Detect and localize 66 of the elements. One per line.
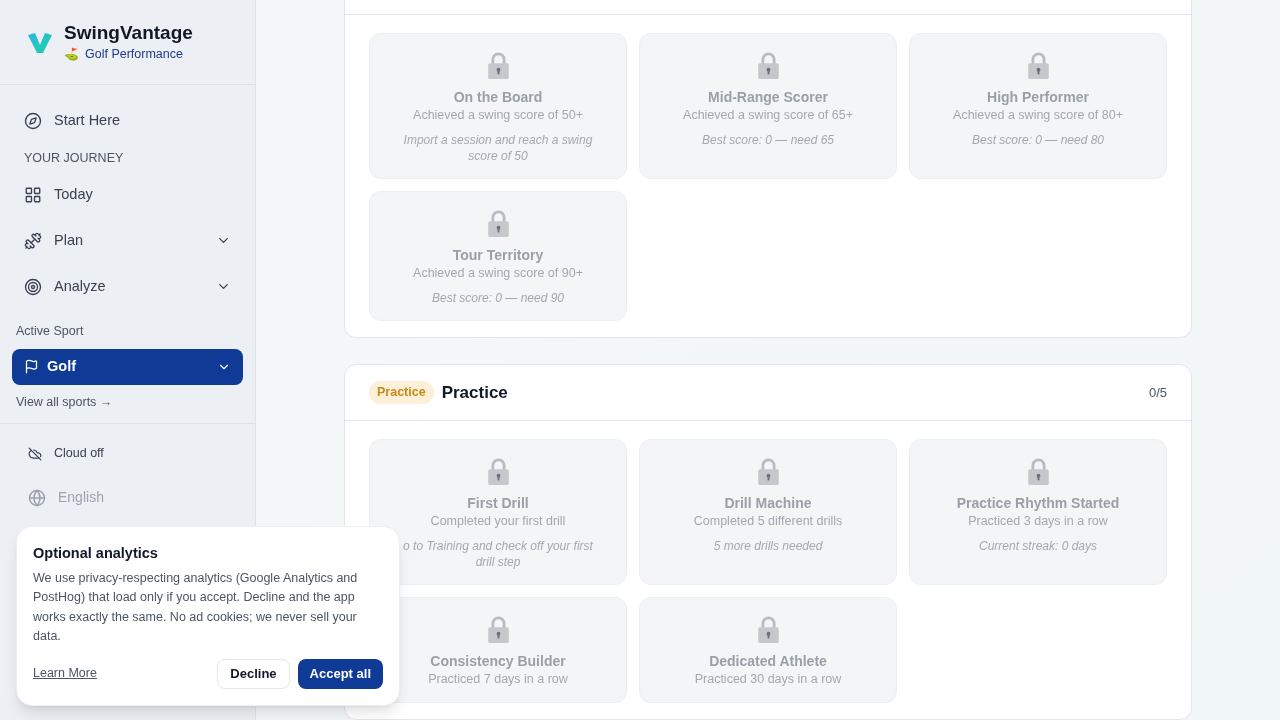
achievement-title: Practice Rhythm Started (956, 494, 1120, 513)
lock-icon (486, 210, 510, 238)
progress-count: 0/5 (1148, 383, 1167, 402)
dialog-title: Optional analytics (33, 544, 159, 563)
section-label: YOUR JOURNEY (23, 150, 125, 167)
dialog-message: We use privacy-respecting analytics (Google Analytics and PostHog) that load only if you accept. Decline and the app works exactly the same. No ad cookies; we never sell your data. (33, 569, 359, 646)
nav-label: Plan (54, 230, 84, 250)
achievement-title: Drill Machine (724, 494, 812, 513)
achievement-hint: Import a session and reach a swing score of 50 (402, 132, 594, 164)
flag-icon (24, 359, 39, 374)
nav-label: Analyze (54, 276, 106, 296)
target-icon (24, 277, 42, 296)
cloud-off-icon (28, 446, 42, 461)
compass-icon (24, 112, 42, 130)
achievement-hint: 5 more drills needed (712, 538, 824, 554)
achievement-description: Completed 5 different drills (693, 513, 843, 530)
lock-icon (756, 458, 780, 486)
lock-icon (756, 616, 780, 644)
achievement-title: Consistency Builder (430, 652, 566, 671)
accept-button[interactable]: Accept all (297, 658, 383, 689)
section-label: Active Sport (15, 322, 85, 340)
lock-icon (486, 52, 510, 80)
achievement-title: Tour Territory (452, 246, 544, 265)
achievement-description: Completed your first drill (430, 513, 566, 530)
achievement-hint: Current streak: 0 days (977, 538, 1099, 554)
achievement-title: Dedicated Athlete (709, 652, 827, 671)
brand-name: SwingVantage (64, 20, 193, 45)
nav-label: Today (54, 184, 93, 204)
achievement-title: Mid-Range Scorer (708, 88, 828, 107)
achievement-hint: o to Training and check off your first drill step (402, 538, 594, 570)
lock-icon (486, 458, 510, 486)
dumbbell-icon (24, 231, 42, 250)
sport-selector[interactable]: Golf (12, 348, 243, 385)
golf-icon: ⛳ (64, 45, 79, 63)
decline-button[interactable]: Decline (217, 658, 290, 689)
lock-icon (486, 616, 510, 644)
achievement-title: High Performer (987, 88, 1089, 107)
achievement-description: Achieved a swing score of 65+ (683, 107, 853, 124)
achievement-description: Practiced 3 days in a row (968, 513, 1108, 530)
section-title: Practice (441, 381, 508, 404)
achievement-description: Achieved a swing score of 50+ (413, 107, 583, 124)
nav-item[interactable]: Start Here (12, 101, 243, 141)
lock-icon (1026, 52, 1050, 80)
achievement-description: Achieved a swing score of 80+ (953, 107, 1123, 124)
achievement-title: On the Board (453, 88, 543, 107)
globe-icon (28, 488, 46, 507)
achievement-description: Practiced 7 days in a row (428, 671, 568, 688)
lock-icon (756, 52, 780, 80)
nav-item[interactable]: Today (12, 171, 243, 218)
achievement-hint: Best score: 0 — need 65 (700, 132, 836, 148)
nav-item[interactable]: Plan (12, 217, 243, 264)
achievement-hint: Best score: 0 — need 80 (970, 132, 1106, 148)
achievement-description: Practiced 30 days in a row (694, 671, 842, 688)
learn-more-link[interactable]: Learn More (33, 664, 97, 684)
grid-icon (24, 185, 42, 204)
logo-icon (28, 31, 52, 53)
view-all-link[interactable]: View all sports → (12, 392, 243, 412)
achievement-description: Achieved a swing score of 90+ (413, 265, 583, 282)
achievement-title: First Drill (467, 494, 529, 513)
achievement-hint: Best score: 0 — need 90 (430, 290, 566, 306)
sync-status: Cloud off (54, 445, 104, 463)
lock-icon (1026, 458, 1050, 486)
nav-item[interactable]: Analyze (12, 263, 243, 310)
brand-subtitle: Golf Performance (85, 45, 183, 63)
category-tag: Practice (369, 381, 434, 404)
nav-label: Start Here (54, 111, 121, 131)
